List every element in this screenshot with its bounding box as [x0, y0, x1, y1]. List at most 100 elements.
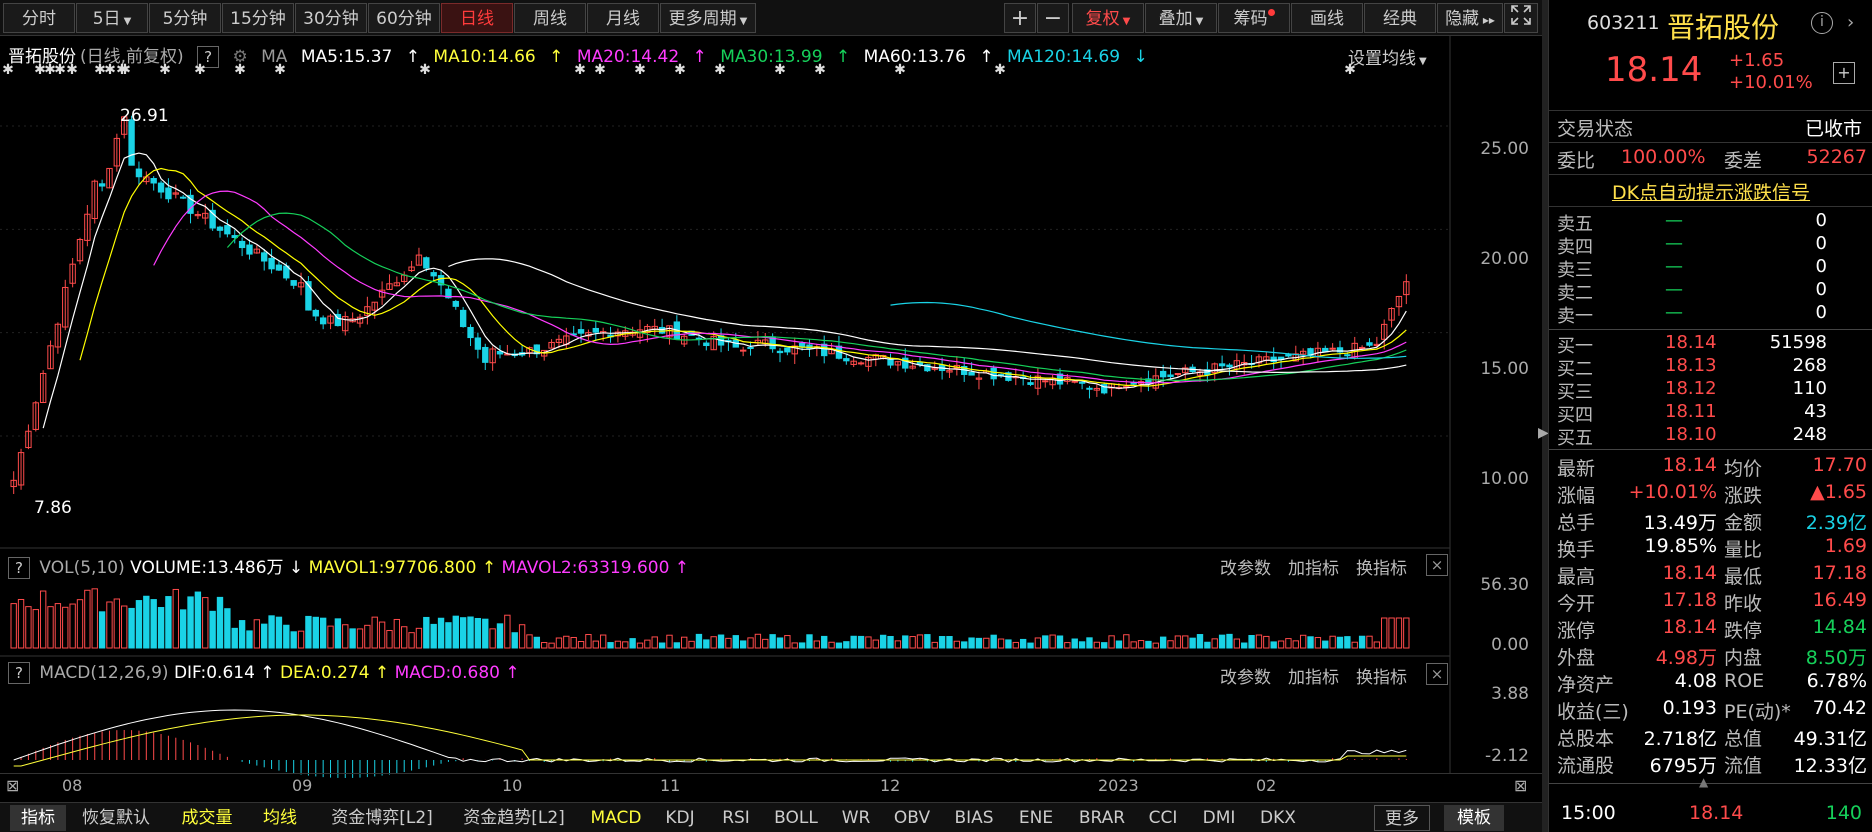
bid-row[interactable]: 买五 18.10 248: [1557, 424, 1867, 449]
candle-body: [1086, 387, 1093, 390]
vol-switch-indicator-button[interactable]: 换指标: [1356, 554, 1407, 579]
candle-body: [739, 349, 747, 352]
chips-button[interactable]: 筹码: [1218, 3, 1290, 33]
tab-fund-trend[interactable]: 资金趋势[L2]: [454, 805, 574, 831]
fullscreen-icon[interactable]: [1504, 3, 1538, 33]
bid-row[interactable]: 买二 18.13 268: [1557, 355, 1867, 380]
level-volume: 268: [1792, 355, 1827, 376]
volume-bar: [806, 634, 813, 649]
period-tab-more[interactable]: 更多周期 ▼: [660, 3, 756, 33]
close-icon[interactable]: ×: [1426, 554, 1448, 576]
stat-value: 14.84: [1812, 616, 1867, 638]
macd-switch-indicator-button[interactable]: 换指标: [1356, 663, 1407, 688]
double-chevron-right-icon: ▸▸: [1479, 13, 1495, 27]
expand-up-icon[interactable]: ▲: [1699, 775, 1708, 789]
tab-dkx[interactable]: DKX: [1252, 805, 1304, 831]
ask-row[interactable]: 卖四 — 0: [1557, 233, 1867, 258]
volume-bar: [533, 636, 541, 649]
classic-button[interactable]: 经典: [1364, 3, 1436, 33]
stat-value: 1.69: [1824, 535, 1867, 557]
macd-modify-params-button[interactable]: 改参数: [1220, 663, 1271, 688]
period-tab-30min[interactable]: 30分钟: [295, 3, 367, 33]
macd-add-indicator-button[interactable]: 加指标: [1288, 663, 1339, 688]
vol-add-indicator-button[interactable]: 加指标: [1288, 554, 1339, 579]
tab-obv[interactable]: OBV: [884, 805, 940, 831]
chevron-down-icon: ▼: [1122, 16, 1131, 27]
candle-body: [592, 327, 599, 333]
volume-bar: [902, 635, 909, 649]
tab-dmi[interactable]: DMI: [1194, 805, 1244, 831]
period-tab-5min[interactable]: 5分钟: [149, 3, 221, 33]
volume-bar: [1019, 638, 1027, 649]
event-marker-icon: ✱: [774, 62, 786, 78]
tab-boll[interactable]: BOLL: [766, 805, 826, 831]
vol-modify-params-button[interactable]: 改参数: [1220, 554, 1271, 579]
volume-bar: [629, 638, 636, 649]
tab-fund-game[interactable]: 资金博弈[L2]: [322, 805, 442, 831]
tab-template[interactable]: 模板: [1444, 805, 1504, 831]
volume-bar: [98, 611, 106, 649]
ask-row[interactable]: 卖二 — 0: [1557, 279, 1867, 304]
stat-row: 最高 18.14 最低 17.18: [1557, 562, 1867, 588]
volume-bar: [76, 599, 84, 649]
period-tab-15min[interactable]: 15分钟: [222, 3, 294, 33]
zoom-out-button[interactable]: −: [1037, 3, 1069, 33]
dk-signal-link[interactable]: DK点自动提示涨跌信号: [1549, 178, 1872, 205]
ma5-line: [42, 152, 1407, 429]
tab-indicators[interactable]: 指标: [10, 805, 66, 831]
period-tab-monthly[interactable]: 月线: [587, 3, 659, 33]
stat-label: 流值: [1724, 755, 1763, 777]
volume-bar: [1130, 641, 1137, 649]
volume-bar: [1182, 635, 1189, 649]
tab-ma[interactable]: 均线: [252, 805, 308, 831]
ask-row[interactable]: 卖三 — 0: [1557, 256, 1867, 281]
ask-row[interactable]: 卖一 — 0: [1557, 302, 1867, 327]
tab-kdj[interactable]: KDJ: [658, 805, 702, 831]
close-icon[interactable]: ×: [1426, 663, 1448, 685]
bid-row[interactable]: 买三 18.12 110: [1557, 378, 1867, 403]
tab-ene[interactable]: ENE: [1008, 805, 1064, 831]
level-price: 18.13: [1665, 355, 1717, 376]
scroll-right-icon[interactable]: ⊠: [1514, 776, 1527, 795]
volume-bar: [518, 624, 526, 649]
tab-more[interactable]: 更多: [1374, 805, 1430, 831]
tab-bias[interactable]: BIAS: [946, 805, 1002, 831]
period-tab-5day[interactable]: 5日 ▼: [76, 3, 148, 33]
stat-row: 涨停 18.14 跌停 14.84: [1557, 616, 1867, 642]
volume-bar: [297, 630, 305, 649]
help-icon[interactable]: ?: [8, 557, 30, 579]
add-watchlist-button[interactable]: +: [1833, 62, 1855, 84]
volume-bar: [1204, 641, 1211, 649]
help-icon[interactable]: ?: [8, 662, 30, 684]
fuquan-button[interactable]: 复权 ▼: [1072, 3, 1144, 33]
tab-volume[interactable]: 成交量: [172, 805, 242, 831]
volume-bar: [1078, 641, 1086, 649]
ma60-line: [448, 258, 1407, 373]
volume-bar: [283, 624, 290, 649]
info-icon[interactable]: i: [1811, 12, 1833, 34]
order-ratio-label: 委比: [1557, 150, 1596, 172]
bid-row[interactable]: 买四 18.11 43: [1557, 401, 1867, 426]
hide-button[interactable]: 隐藏 ▸▸: [1437, 3, 1503, 33]
period-tab-weekly[interactable]: 周线: [514, 3, 586, 33]
bid-row[interactable]: 买一 18.14 51598: [1557, 332, 1867, 357]
tab-wr[interactable]: WR: [836, 805, 876, 831]
price-axis-label: 15.00: [1480, 359, 1529, 379]
tab-restore-default[interactable]: 恢复默认: [74, 805, 158, 831]
ask-row[interactable]: 卖五 — 0: [1557, 210, 1867, 235]
zoom-in-button[interactable]: +: [1004, 3, 1036, 33]
chevron-right-icon[interactable]: ›: [1847, 12, 1854, 33]
period-tab-daily[interactable]: 日线: [441, 3, 513, 33]
stat-label: 总手: [1557, 512, 1596, 534]
overlay-button[interactable]: 叠加 ▼: [1145, 3, 1217, 33]
period-tab-fenshi[interactable]: 分时: [3, 3, 75, 33]
draw-line-button[interactable]: 画线: [1291, 3, 1363, 33]
tab-cci[interactable]: CCI: [1140, 805, 1186, 831]
volume-bar: [938, 636, 946, 649]
scroll-left-icon[interactable]: ⊠: [6, 776, 19, 795]
period-tab-60min[interactable]: 60分钟: [368, 3, 440, 33]
tab-macd[interactable]: MACD: [586, 805, 646, 831]
candle-body: [238, 240, 246, 249]
tab-rsi[interactable]: RSI: [714, 805, 758, 831]
tab-brar[interactable]: BRAR: [1070, 805, 1134, 831]
